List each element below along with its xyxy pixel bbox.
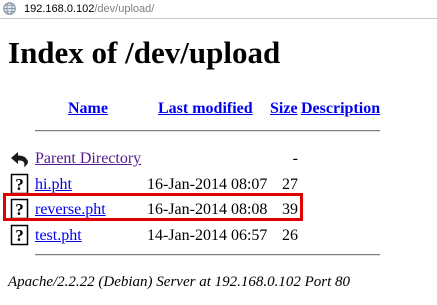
highlight-box (3, 193, 303, 221)
svg-text:?: ? (15, 175, 24, 194)
unknown-file-icon: ? (10, 224, 29, 246)
unknown-file-icon: ? (10, 173, 29, 195)
url-text[interactable]: 192.168.0.102/dev/upload/ (24, 2, 154, 16)
sort-by-description-link[interactable]: Description (301, 100, 380, 117)
header-divider (35, 130, 380, 132)
file-modified: 16-Jan-2014 08:07 (147, 176, 268, 193)
file-link[interactable]: hi.pht (35, 176, 72, 194)
address-bar[interactable]: 192.168.0.102/dev/upload/ (0, 0, 437, 19)
table-row: ? hi.pht 16-Jan-2014 08:07 27 (0, 171, 437, 195)
back-arrow-icon (11, 152, 28, 167)
url-path: /dev/upload/ (94, 3, 155, 15)
table-row: ? test.pht 14-Jan-2014 06:57 26 (0, 222, 437, 246)
parent-directory-link[interactable]: Parent Directory (35, 150, 141, 168)
sort-by-size-link[interactable]: Size (270, 100, 298, 117)
page-title: Index of /dev/upload (8, 35, 281, 70)
file-modified: 14-Jan-2014 06:57 (147, 227, 268, 244)
sort-by-name-link[interactable]: Name (68, 100, 108, 117)
globe-icon (3, 2, 16, 15)
parent-directory-row: Parent Directory - (0, 145, 437, 169)
svg-text:?: ? (15, 226, 24, 245)
file-link[interactable]: test.pht (35, 227, 82, 245)
footer-divider (35, 254, 380, 256)
sort-by-last-modified-link[interactable]: Last modified (158, 100, 253, 117)
file-size: 26 (282, 227, 298, 244)
server-signature: Apache/2.2.22 (Debian) Server at 192.168… (8, 274, 351, 290)
file-size: 27 (282, 176, 298, 193)
parent-size: - (292, 150, 298, 167)
url-host: 192.168.0.102 (24, 3, 95, 15)
